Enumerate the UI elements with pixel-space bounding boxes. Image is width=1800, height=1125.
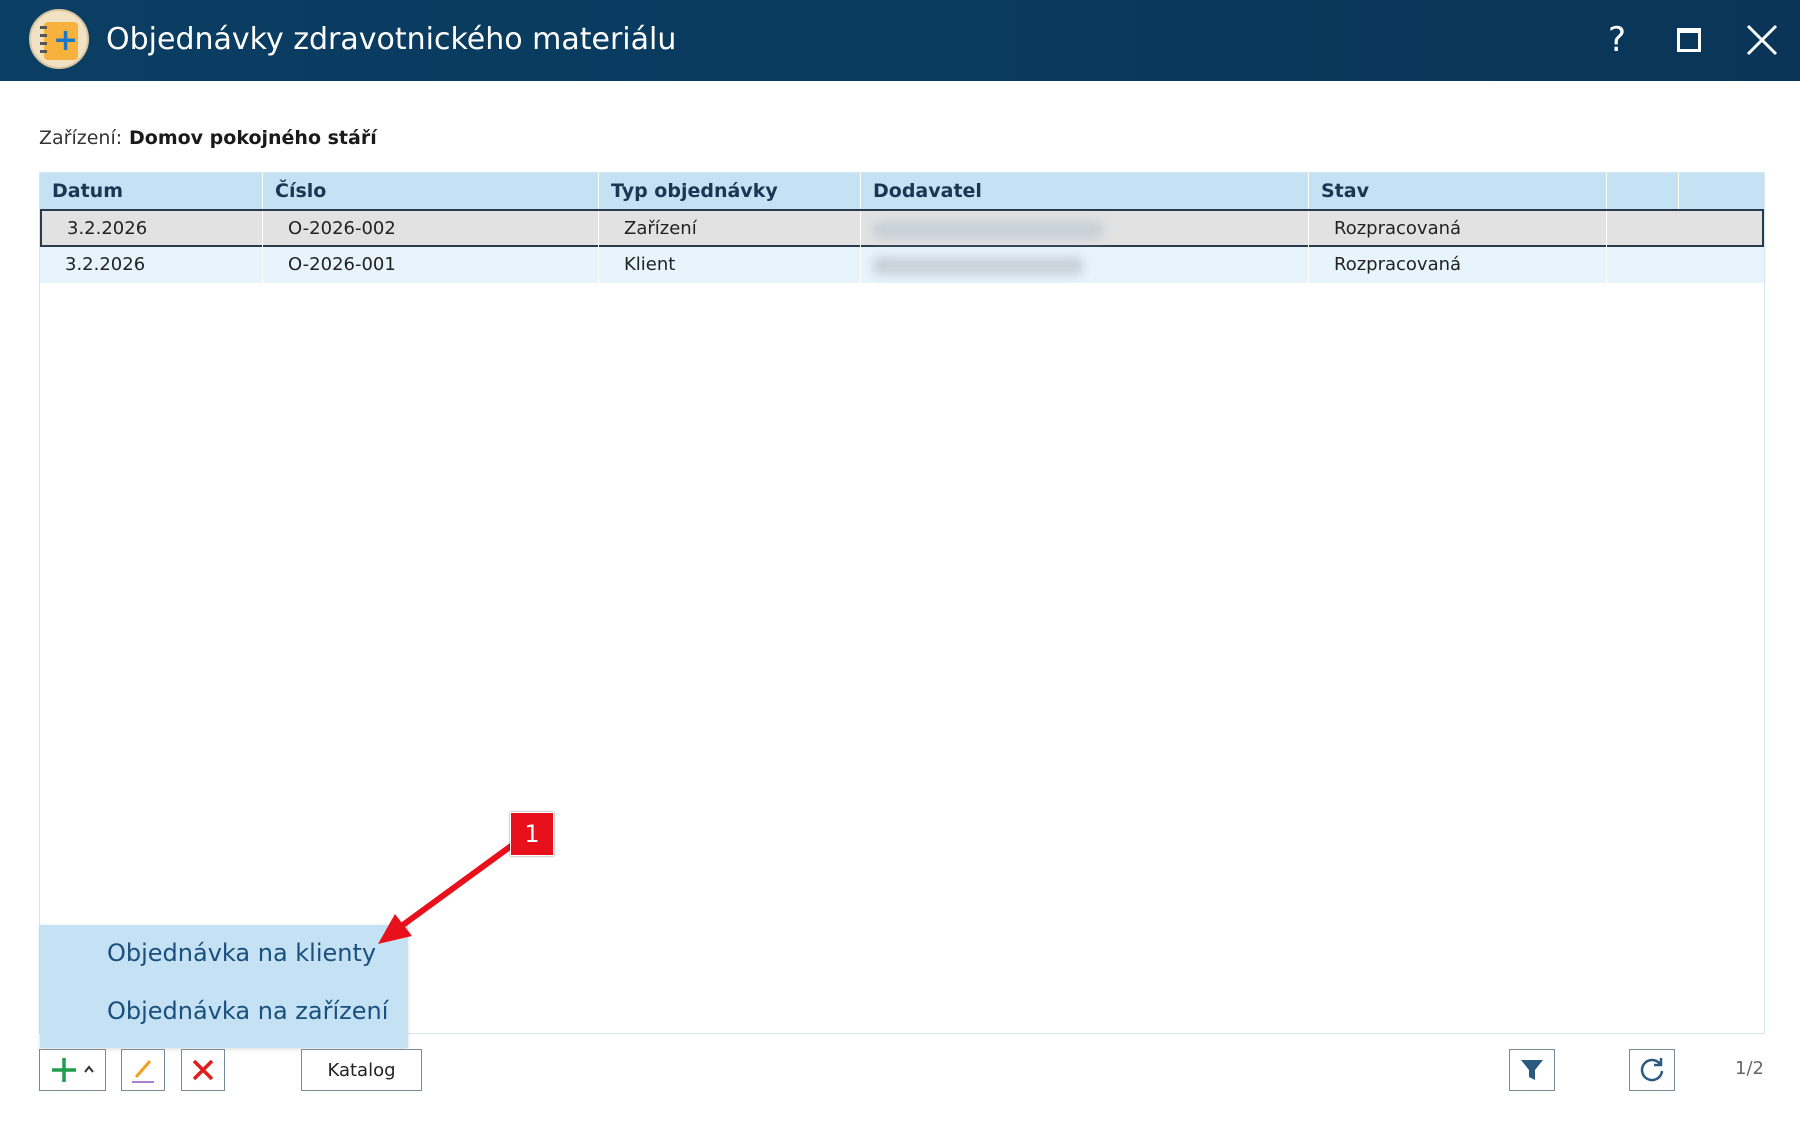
plus-icon bbox=[51, 1058, 94, 1082]
refresh-button[interactable] bbox=[1629, 1049, 1675, 1091]
edit-button[interactable] bbox=[121, 1049, 165, 1091]
catalog-button[interactable]: Katalog bbox=[301, 1049, 422, 1091]
annotation-arrow bbox=[378, 835, 525, 944]
pencil-icon bbox=[132, 1060, 154, 1083]
filter-icon bbox=[1521, 1060, 1543, 1080]
refresh-icon bbox=[1640, 1058, 1664, 1082]
filter-button[interactable] bbox=[1509, 1049, 1555, 1091]
annotation-badge: 1 bbox=[510, 812, 554, 856]
orders-window: + Objednávky zdravotnického materiálu ? … bbox=[0, 0, 1800, 1125]
add-button[interactable] bbox=[39, 1049, 106, 1091]
page-indicator: 1/2 bbox=[1735, 1058, 1764, 1079]
delete-button[interactable] bbox=[181, 1049, 225, 1091]
delete-icon bbox=[192, 1059, 214, 1081]
